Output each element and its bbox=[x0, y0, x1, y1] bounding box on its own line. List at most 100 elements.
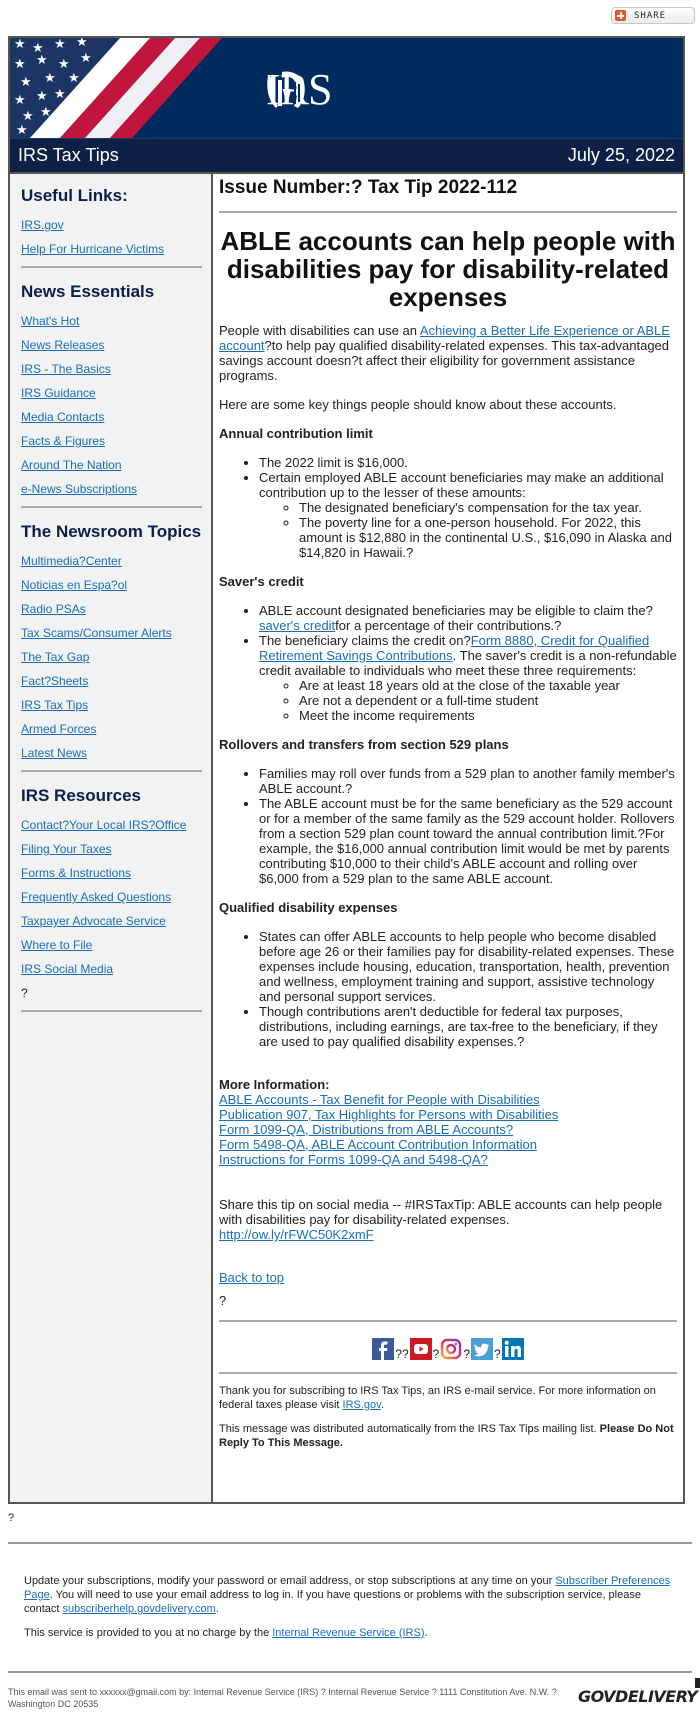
svg-text:★: ★ bbox=[20, 75, 32, 90]
subscriber-help-link[interactable]: subscriberhelp.govdelivery.com bbox=[63, 1603, 216, 1615]
sidebar-heading-irs-resources: IRS Resources bbox=[21, 786, 141, 805]
list-item: Meet the income requirements bbox=[299, 708, 677, 723]
main-content: Issue Number:? Tax Tip 2022-112 ABLE acc… bbox=[213, 172, 683, 1502]
sidebar-link-around-nation[interactable]: Around The Nation bbox=[10, 458, 211, 472]
facebook-icon[interactable] bbox=[372, 1338, 395, 1360]
sidebar-link-irs-guidance[interactable]: IRS Guidance bbox=[10, 386, 211, 400]
irs-gov-link[interactable]: IRS.gov bbox=[343, 1399, 381, 1411]
sidebar-link-facts-figures[interactable]: Facts & Figures bbox=[10, 434, 211, 448]
list-item: States can offer ABLE accounts to help p… bbox=[259, 929, 677, 1004]
more-info-link-able-accounts[interactable]: ABLE Accounts - Tax Benefit for People w… bbox=[219, 1092, 677, 1107]
savers-credit-link[interactable]: saver's credit bbox=[259, 618, 335, 633]
separator-char: ?? bbox=[395, 1347, 409, 1361]
social-icons: ?? ? ? ? bbox=[219, 1334, 677, 1360]
list-item: Are not a dependent or a full-time stude… bbox=[299, 693, 677, 708]
share-button[interactable]: SHARE bbox=[611, 7, 695, 24]
sidebar-heading-news-essentials: News Essentials bbox=[21, 282, 155, 301]
section-heading-qualified-expenses: Qualified disability expenses bbox=[219, 900, 398, 915]
govdelivery-logo[interactable]: GOVDELIVERY bbox=[578, 1678, 700, 1706]
list-item: Families may roll over funds from a 529 … bbox=[259, 766, 677, 796]
sidebar-link-radio-psas[interactable]: Radio PSAs bbox=[10, 602, 211, 616]
sidebar: Useful Links: IRS.gov Help For Hurricane… bbox=[10, 172, 213, 1502]
irs-logo: IRS bbox=[264, 68, 332, 112]
sidebar-link-armed-forces[interactable]: Armed Forces bbox=[10, 722, 211, 736]
footer-divider bbox=[8, 1671, 692, 1673]
sidebar-link-media-contacts[interactable]: Media Contacts bbox=[10, 410, 211, 424]
svg-text:★: ★ bbox=[68, 71, 80, 86]
sidebar-link-irs-gov[interactable]: IRS.gov bbox=[10, 218, 211, 232]
list-item: The designated beneficiary's compensatio… bbox=[299, 500, 677, 515]
sidebar-link-taxpayer-advocate[interactable]: Taxpayer Advocate Service bbox=[10, 914, 211, 928]
list-item: The poverty line for a one-person househ… bbox=[299, 515, 677, 560]
twitter-icon[interactable] bbox=[471, 1338, 494, 1360]
svg-text:★: ★ bbox=[58, 57, 70, 72]
irs-banner: ★★★★ ★★★★ ★★★ ★★★ ★★ ★ IRS bbox=[10, 38, 683, 138]
email-frame: ★★★★ ★★★★ ★★★ ★★★ ★★ ★ IRS IRS Tax Tips bbox=[8, 36, 685, 1504]
svg-text:★: ★ bbox=[16, 123, 28, 138]
separator-char: ? bbox=[463, 1347, 471, 1361]
sidebar-link-tax-scams[interactable]: Tax Scams/Consumer Alerts bbox=[10, 626, 211, 640]
svg-text:★: ★ bbox=[40, 105, 52, 120]
sidebar-link-irs-social-media[interactable]: IRS Social Media bbox=[10, 962, 211, 976]
sidebar-link-contact-local-office[interactable]: Contact?Your Local IRS?Office bbox=[10, 818, 211, 832]
sidebar-link-hurricane-victims[interactable]: Help For Hurricane Victims bbox=[10, 242, 211, 256]
envelope-icon bbox=[695, 1678, 700, 1688]
sidebar-heading-newsroom-topics: The Newsroom Topics bbox=[21, 522, 202, 541]
title-bar: IRS Tax Tips July 25, 2022 bbox=[10, 138, 683, 172]
sidebar-link-forms-instructions[interactable]: Forms & Instructions bbox=[10, 866, 211, 880]
svg-text:★: ★ bbox=[44, 71, 56, 86]
newsletter-title: IRS Tax Tips bbox=[18, 145, 119, 165]
sidebar-heading-useful-links: Useful Links: bbox=[21, 186, 128, 205]
sidebar-link-where-to-file[interactable]: Where to File bbox=[10, 938, 211, 952]
sidebar-link-tax-gap[interactable]: The Tax Gap bbox=[10, 650, 211, 664]
issue-date: July 25, 2022 bbox=[567, 145, 675, 165]
american-flag-graphic: ★ ★ ★ ★ ★ ★ ★ ★ ★ ★ ★ ★ ★ ★ ★ ★ ★ bbox=[10, 38, 222, 138]
share-tip-link[interactable]: http://ow.ly/rFWC50K2xmF bbox=[219, 1227, 677, 1242]
separator-char: ? bbox=[432, 1347, 440, 1361]
key-things-paragraph: Here are some key things people should k… bbox=[219, 397, 617, 412]
svg-text:★: ★ bbox=[76, 38, 88, 50]
list-item: The 2022 limit is $16,000. bbox=[259, 455, 677, 470]
more-info-heading: More Information: bbox=[219, 1077, 330, 1092]
more-info-link-form-5498qa[interactable]: Form 5498-QA, ABLE Account Contribution … bbox=[219, 1137, 677, 1152]
sidebar-link-irs-basics[interactable]: IRS - The Basics bbox=[10, 362, 211, 376]
section-heading-savers-credit: Saver's credit bbox=[219, 574, 304, 589]
irs-eagle-seal-icon bbox=[267, 71, 305, 108]
sidebar-link-irs-tax-tips[interactable]: IRS Tax Tips bbox=[10, 698, 211, 712]
back-to-top-link[interactable]: Back to top bbox=[219, 1270, 677, 1285]
footer-placeholder: ? bbox=[8, 1512, 15, 1524]
sidebar-link-filing-taxes[interactable]: Filing Your Taxes bbox=[10, 842, 211, 856]
more-info-link-pub-907[interactable]: Publication 907, Tax Highlights for Pers… bbox=[219, 1107, 677, 1122]
list-item: Certain employed ABLE account beneficiar… bbox=[259, 470, 677, 560]
instagram-icon[interactable] bbox=[440, 1338, 462, 1360]
sidebar-link-noticias[interactable]: Noticias en Espa?ol bbox=[10, 578, 211, 592]
section-heading-rollovers: Rollovers and transfers from section 529… bbox=[219, 737, 509, 752]
service-text: This service is provided to you at no ch… bbox=[24, 1627, 428, 1639]
rollovers-list: Families may roll over funds from a 529 … bbox=[219, 766, 677, 886]
sidebar-link-whats-hot[interactable]: What's Hot bbox=[10, 314, 211, 328]
annual-limit-list: The 2022 limit is $16,000. Certain emplo… bbox=[219, 455, 677, 560]
footer-divider bbox=[8, 1542, 692, 1544]
plus-icon bbox=[615, 10, 626, 21]
svg-text:★: ★ bbox=[14, 93, 26, 108]
sidebar-link-faq[interactable]: Frequently Asked Questions bbox=[10, 890, 211, 904]
list-item: Are at least 18 years old at the close o… bbox=[299, 678, 677, 693]
sidebar-divider bbox=[21, 1010, 202, 1012]
sidebar-link-news-releases[interactable]: News Releases bbox=[10, 338, 211, 352]
placeholder-char: ? bbox=[219, 1293, 227, 1308]
sidebar-link-latest-news[interactable]: Latest News bbox=[10, 746, 211, 760]
svg-text:★: ★ bbox=[22, 109, 34, 124]
sidebar-link-fact-sheets[interactable]: Fact?Sheets bbox=[10, 674, 211, 688]
sidebar-link-enews-subscriptions[interactable]: e-News Subscriptions bbox=[10, 482, 211, 496]
sidebar-link-multimedia-center[interactable]: Multimedia?Center bbox=[10, 554, 211, 568]
qualified-expenses-list: States can offer ABLE accounts to help p… bbox=[219, 929, 677, 1049]
svg-text:★: ★ bbox=[14, 57, 26, 72]
svg-text:★: ★ bbox=[80, 51, 92, 66]
linkedin-icon[interactable] bbox=[501, 1338, 524, 1360]
savers-credit-list: ABLE account designated beneficiaries ma… bbox=[219, 603, 677, 723]
subscription-info: Update your subscriptions, modify your p… bbox=[24, 1574, 676, 1650]
irs-link[interactable]: Internal Revenue Service (IRS) bbox=[272, 1627, 424, 1639]
more-info-link-instructions[interactable]: Instructions for Forms 1099-QA and 5498-… bbox=[219, 1152, 677, 1167]
more-info-link-form-1099qa[interactable]: Form 1099-QA, Distributions from ABLE Ac… bbox=[219, 1122, 677, 1137]
youtube-icon[interactable] bbox=[409, 1338, 432, 1360]
